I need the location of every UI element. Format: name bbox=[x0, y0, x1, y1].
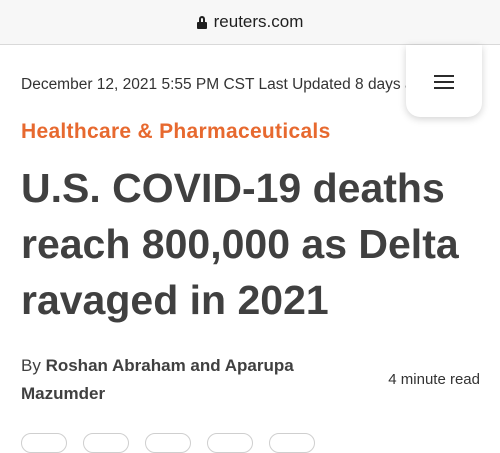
article-byline: By Roshan Abraham and Aparupa Mazumder bbox=[21, 352, 341, 408]
article-headline: U.S. COVID-19 deaths reach 800,000 as De… bbox=[21, 165, 459, 323]
share-button[interactable] bbox=[145, 433, 191, 453]
url-text: reuters.com bbox=[213, 12, 304, 31]
browser-address-bar[interactable]: reuters.com bbox=[0, 0, 500, 45]
url-display[interactable]: reuters.com bbox=[196, 12, 304, 32]
share-button[interactable] bbox=[269, 433, 315, 453]
section-link[interactable]: Healthcare & Pharmaceuticals bbox=[21, 120, 331, 144]
read-time: 4 minute read bbox=[388, 371, 480, 388]
menu-icon bbox=[434, 75, 454, 89]
menu-button[interactable] bbox=[406, 45, 482, 117]
share-buttons-row bbox=[21, 433, 315, 453]
article-dateline: December 12, 2021 5:55 PM CST Last Updat… bbox=[21, 76, 416, 93]
share-button[interactable] bbox=[21, 433, 67, 453]
byline-authors[interactable]: Roshan Abraham and Aparupa Mazumder bbox=[21, 356, 294, 403]
share-button[interactable] bbox=[207, 433, 253, 453]
share-button[interactable] bbox=[83, 433, 129, 453]
lock-icon bbox=[196, 15, 207, 29]
byline-prefix: By bbox=[21, 356, 46, 375]
